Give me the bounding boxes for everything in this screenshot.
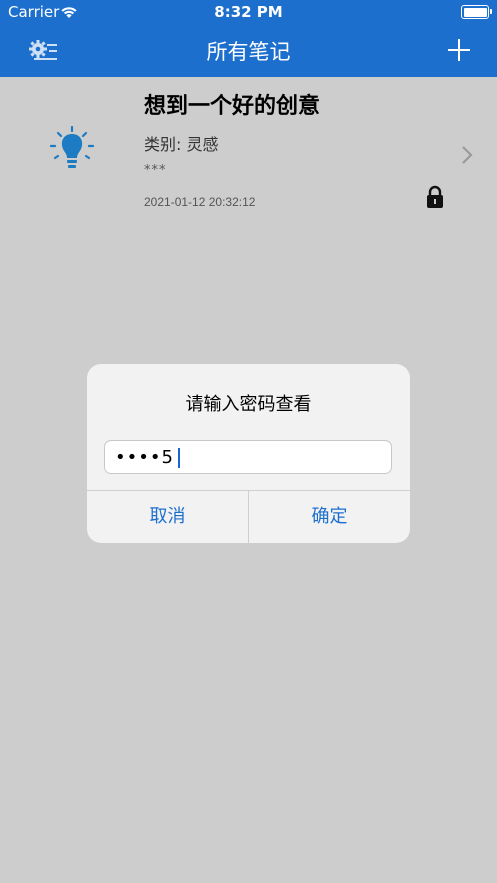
status-bar: Carrier 8:32 PM bbox=[0, 0, 497, 26]
note-category: 类别: 灵感 bbox=[144, 135, 219, 154]
note-title: 想到一个好的创意 bbox=[144, 94, 321, 119]
chevron-right-icon bbox=[461, 145, 473, 165]
plus-icon[interactable] bbox=[447, 38, 471, 62]
lock-icon bbox=[426, 185, 444, 209]
alert-title: 请输入密码查看 bbox=[185, 394, 312, 415]
confirm-button[interactable]: 确定 bbox=[249, 491, 410, 543]
note-preview: *** bbox=[144, 163, 167, 178]
password-value: ••••5 bbox=[115, 447, 174, 468]
note-date: 2021-01-12 20:32:12 bbox=[144, 195, 256, 209]
password-field[interactable]: ••••5 bbox=[104, 440, 392, 474]
lightbulb-icon bbox=[49, 125, 95, 172]
battery-icon bbox=[461, 5, 492, 19]
clock: 8:32 PM bbox=[214, 3, 283, 21]
text-caret bbox=[178, 448, 180, 468]
password-alert: 请输入密码查看 ••••5 取消 确定 bbox=[87, 364, 410, 543]
page-title: 所有笔记 bbox=[206, 40, 291, 64]
cancel-button[interactable]: 取消 bbox=[87, 491, 248, 543]
